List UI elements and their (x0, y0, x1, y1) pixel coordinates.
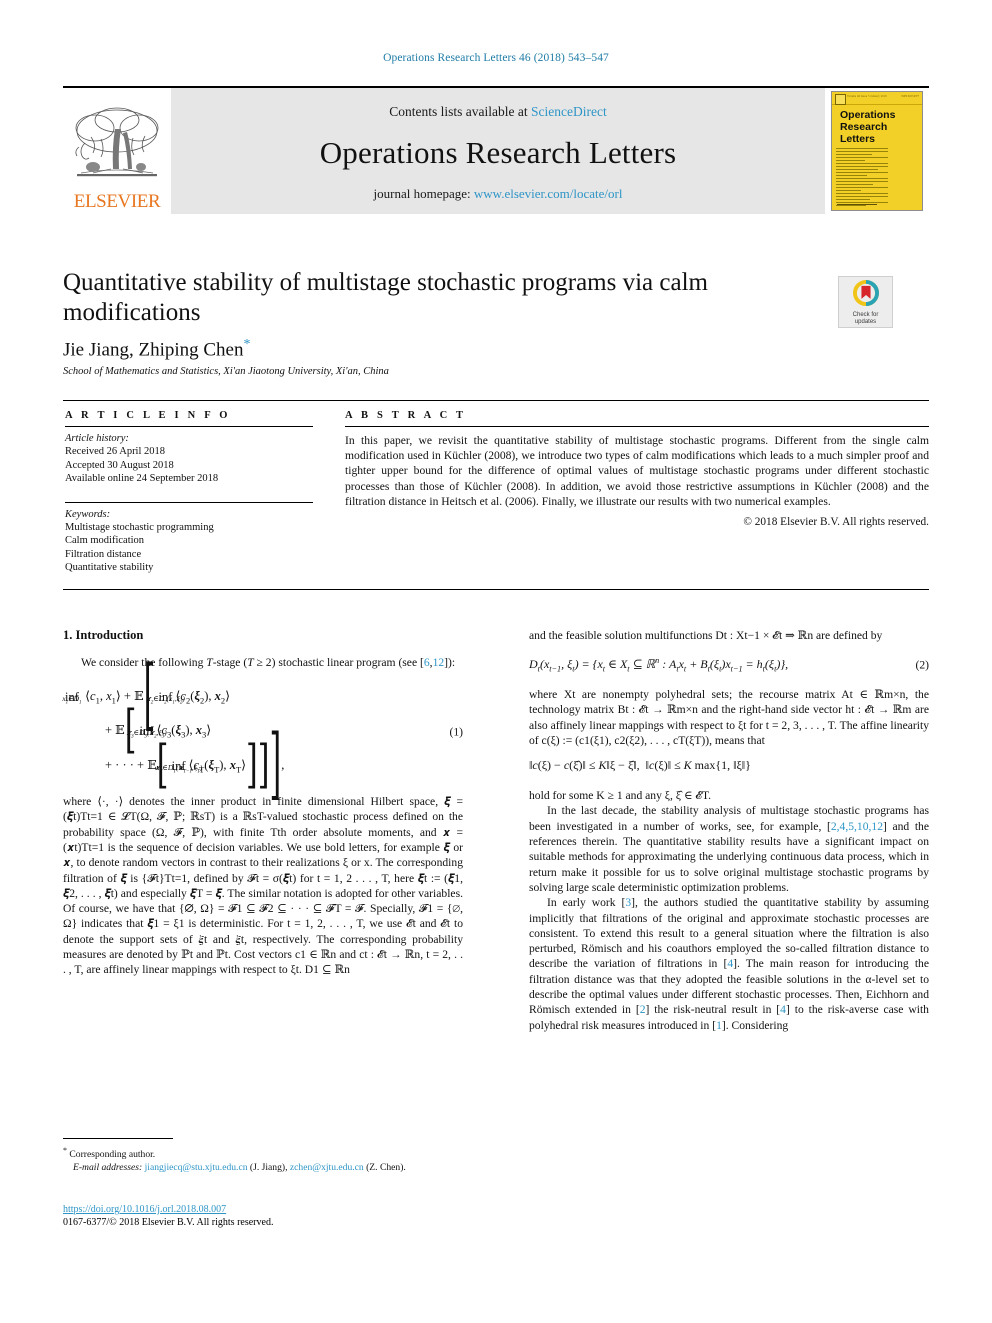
journal-title: Operations Research Letters (319, 135, 677, 170)
author-list: Jie Jiang, Zhiping Chen* (63, 337, 823, 361)
doi-link[interactable]: https://doi.org/10.1016/j.orl.2018.08.00… (63, 1203, 463, 1216)
citation-ref[interactable]: 6 (424, 656, 430, 669)
cover-title-line2: Research (840, 121, 888, 133)
p5-d: ] the risk-neutral result in [ (645, 1003, 781, 1017)
paragraph-right-1: and the feasible solution multifunctions… (529, 629, 883, 642)
contents-available-line: Contents lists available at ScienceDirec… (389, 104, 606, 120)
p1-b: -stage ( (212, 656, 248, 670)
cover-title-line1: Operations (840, 109, 896, 121)
crossmark-line1: Check for (852, 312, 879, 318)
keyword-item: Multistage stochastic programming (65, 521, 214, 533)
elsevier-tree-icon (71, 103, 163, 191)
affiliation: School of Mathematics and Statistics, Xi… (63, 366, 389, 378)
equation-3: ‖c(ξ) − c(ξ̂)‖ ≤ K‖ξ − ξ̂‖, ‖c(ξ)‖ ≤ K m… (529, 758, 929, 778)
email-link-1[interactable]: jiangjiecq@stu.xjtu.edu.cn (145, 1162, 248, 1173)
journal-cover-thumbnail: Volume 46 Issue 5 January 2018 ISSN 0167… (825, 88, 929, 214)
author-names: Jie Jiang, Zhiping Chen (63, 339, 244, 361)
email-link-2[interactable]: zchen@xjtu.edu.cn (290, 1162, 364, 1173)
cover-volume-text: Volume 46 Issue 5 January 2018 (847, 95, 887, 98)
abstract-column: A B S T R A C T In this paper, we revisi… (331, 401, 929, 575)
homepage-prefix: journal homepage: (373, 186, 474, 201)
cover-title: Operations Research Letters (840, 109, 895, 145)
masthead-center: Contents lists available at ScienceDirec… (171, 88, 825, 214)
cover-card: Volume 46 Issue 5 January 2018 ISSN 0167… (831, 91, 923, 211)
footnote-block: * Corresponding author. E-mail addresses… (63, 1138, 463, 1174)
keywords-label: Keywords: (65, 508, 111, 520)
paragraph-right-3: hold for some K ≥ 1 and any ξ, ξ̂ ∈ 𝓔T. (529, 789, 712, 803)
elsevier-logo: ELSEVIER (63, 88, 171, 214)
paragraph-right-2: where Xt are nonempty polyhedral sets; t… (529, 687, 929, 747)
citation-ref[interactable]: 12 (433, 656, 445, 669)
footnote-rule (63, 1138, 173, 1139)
cover-footer-line (837, 203, 877, 205)
body-column-left: 1. Introduction We consider the followin… (62, 628, 463, 978)
abstract-text: In this paper, we revisit the quantitati… (345, 434, 929, 508)
elsevier-wordmark: ELSEVIER (73, 191, 161, 212)
email-label: E-mail addresses: (73, 1161, 143, 1173)
keyword-item: Calm modification (65, 535, 145, 546)
equation-2-number: (2) (915, 658, 929, 672)
email-owner-1: (J. Jiang), (247, 1161, 290, 1173)
equation-2: Dt(xt−1, ξt) = {xt ∈ Xt ⊆ ℝn : Atxt + Bt… (529, 653, 929, 677)
keyword-item: Quantitative stability (65, 562, 154, 573)
page-title: Quantitative stability of multistage sto… (63, 269, 708, 326)
contents-prefix: Contents lists available at (389, 104, 531, 119)
p1-c: ≥ 2) stochastic linear program (see [ (253, 656, 424, 670)
paragraph-intro-2: where ⟨·, ·⟩ denotes the inner product i… (63, 795, 463, 977)
journal-homepage-link[interactable]: www.elsevier.com/locate/orl (474, 186, 623, 201)
article-history-item: Accepted 30 August 2018 (65, 459, 174, 471)
abstract-copyright: © 2018 Elsevier B.V. All rights reserved… (743, 516, 929, 529)
divider (345, 426, 929, 427)
equation-3-content: ‖c(ξ) − c(ξ̂)‖ ≤ K‖ξ − ξ̂‖, ‖c(ξ)‖ ≤ K m… (529, 758, 751, 773)
divider (65, 426, 313, 427)
info-abstract-band: A R T I C L E I N F O Article history: R… (63, 400, 929, 590)
citation-ref-group[interactable]: 2,4,5,10,12 (831, 820, 883, 833)
article-history-item: Received 26 April 2018 (65, 446, 166, 457)
crossmark-icon (852, 280, 879, 311)
title-block: Quantitative stability of multistage sto… (63, 268, 823, 377)
divider (65, 501, 313, 503)
article-page: Operations Research Letters 46 (2018) 54… (0, 0, 992, 1323)
equation-1: inf x1∈D1 ⟨c1, x1⟩ + 𝔼[ inf 𝒙2∈D2(x1,ξ2) ⟨… (62, 650, 463, 810)
section-heading-introduction: 1. Introduction (63, 628, 144, 642)
article-info-column: A R T I C L E I N F O Article history: R… (63, 401, 331, 575)
corresponding-author-marker: * (243, 337, 251, 352)
journal-homepage-line: journal homepage: www.elsevier.com/locat… (374, 186, 623, 202)
equation-1-number: (1) (449, 725, 463, 739)
p5-a: In early work [ (547, 896, 626, 910)
corresponding-author-note: * Corresponding author. (63, 1145, 463, 1162)
equation-2-content: Dt(xt−1, ξt) = {xt ∈ Xt ⊆ ℝn : Atxt + Bt… (529, 656, 789, 674)
paragraph-right-4: In the last decade, the stability analys… (529, 803, 929, 895)
paragraph-intro-1: We consider the following T-stage (T ≥ 2… (81, 656, 456, 670)
keyword-item: Filtration distance (65, 548, 142, 560)
abstract-heading: A B S T R A C T (345, 410, 467, 421)
p1-d: ]): (444, 656, 456, 670)
crossmark-badge[interactable]: Check for updates (838, 276, 893, 328)
footer-doi-block: https://doi.org/10.1016/j.orl.2018.08.00… (63, 1203, 463, 1229)
cover-elsevier-mark (835, 94, 846, 105)
article-info-heading: A R T I C L E I N F O (65, 410, 231, 421)
paragraph-right-5: In early work [3], the authors studied t… (529, 895, 929, 1033)
cover-issn-text: ISSN 0167-6377 (901, 95, 919, 98)
email-owner-2: (Z. Chen). (363, 1161, 406, 1173)
crossmark-label: Check for updates (853, 312, 879, 326)
running-head: Operations Research Letters 46 (2018) 54… (383, 52, 609, 64)
corresponding-author-text: Corresponding author. (67, 1149, 156, 1161)
article-history-label: Article history: (65, 433, 129, 444)
email-addresses-note: E-mail addresses: jiangjiecq@stu.xjtu.ed… (63, 1162, 463, 1174)
cover-contents-lines (836, 148, 888, 208)
issn-copyright-line: 0167-6377/© 2018 Elsevier B.V. All right… (63, 1217, 274, 1228)
p5-f: ]. Considering (721, 1018, 789, 1032)
article-history-item: Available online 24 September 2018 (65, 473, 219, 484)
body-column-right: and the feasible solution multifunctions… (529, 628, 929, 1033)
journal-masthead: ELSEVIER Contents lists available at Sci… (63, 86, 929, 214)
cover-title-line3: Letters (840, 133, 876, 145)
sciencedirect-link[interactable]: ScienceDirect (531, 104, 607, 119)
crossmark-line2: updates (854, 319, 877, 325)
